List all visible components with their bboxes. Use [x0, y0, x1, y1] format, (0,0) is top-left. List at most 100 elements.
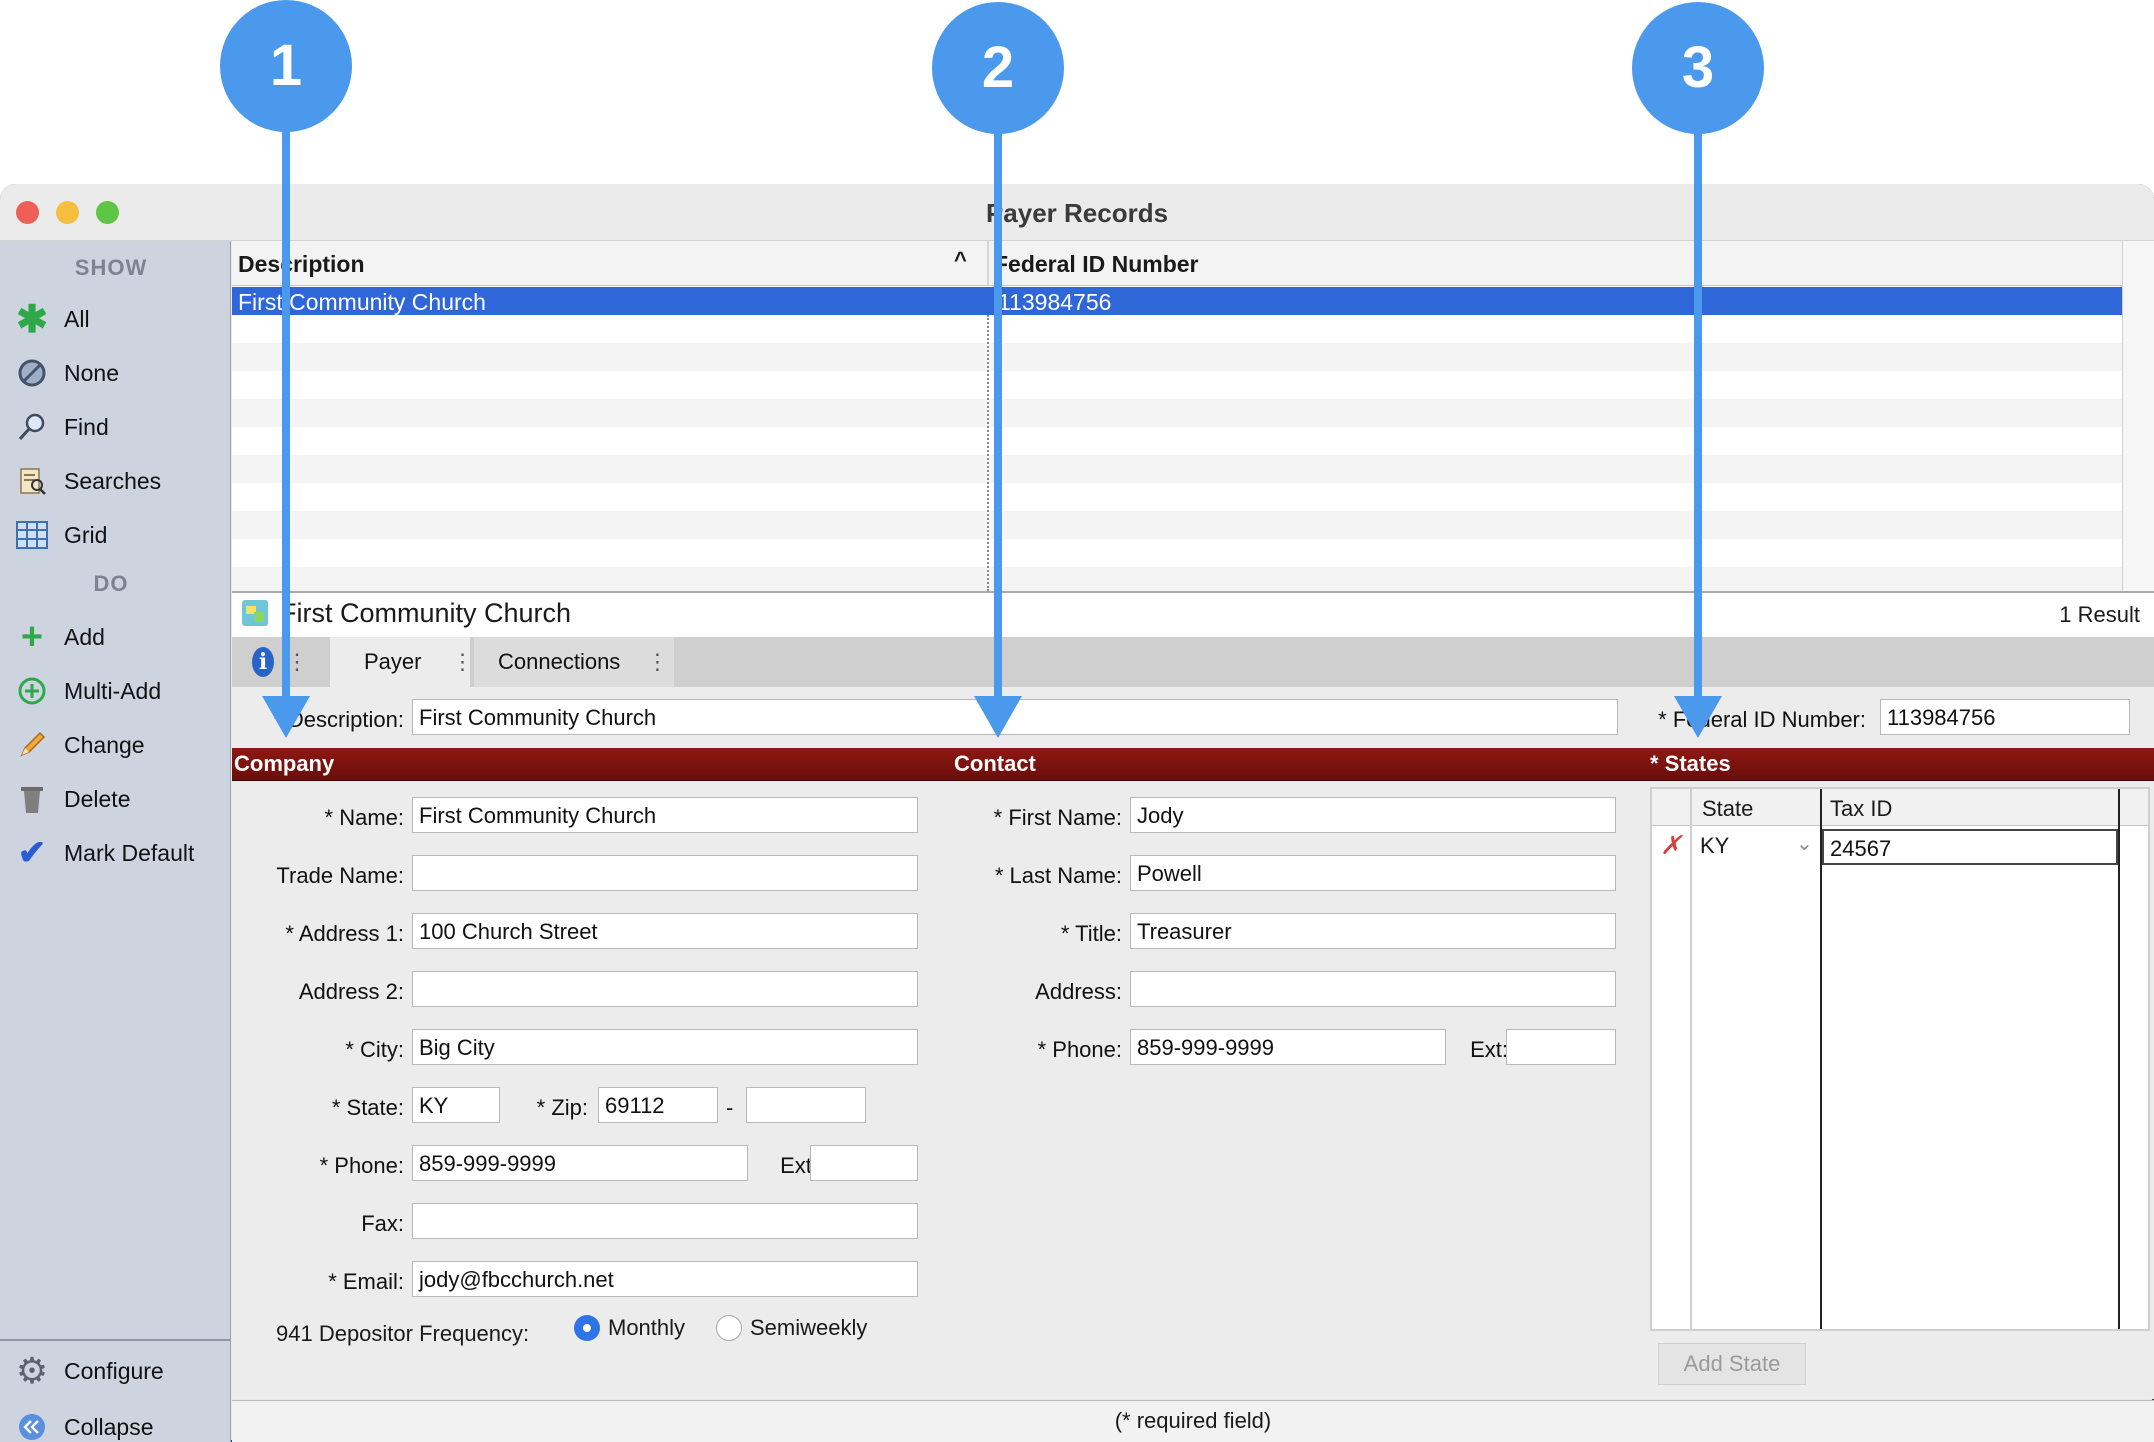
- sidebar-item-label: Grid: [64, 521, 108, 548]
- zip-label: * Zip:: [536, 1095, 588, 1120]
- title-field[interactable]: Treasurer: [1130, 913, 1616, 949]
- tab-payer[interactable]: Payer ⋮: [330, 637, 473, 687]
- federal-id-label: * Federal ID Number:: [1658, 707, 1866, 732]
- sidebar-item-mark-default[interactable]: ✔ Mark Default: [14, 831, 224, 875]
- column-header-federal-id[interactable]: Federal ID Number: [994, 251, 1199, 278]
- zip-extension-field[interactable]: [746, 1087, 866, 1123]
- vertical-scrollbar[interactable]: [2122, 241, 2154, 591]
- company-name-field[interactable]: First Community Church: [412, 797, 918, 833]
- contact-phone-field[interactable]: 859-999-9999: [1130, 1029, 1446, 1065]
- sidebar-item-label: Configure: [64, 1357, 164, 1384]
- zip-field[interactable]: 69112: [598, 1087, 718, 1123]
- city-label: * City:: [345, 1037, 404, 1062]
- email-field[interactable]: jody@fbcchurch.net: [412, 1261, 918, 1297]
- tax-id-field[interactable]: 24567: [1822, 829, 2118, 865]
- sidebar-item-label: None: [64, 359, 119, 386]
- company-ext-field[interactable]: [810, 1145, 918, 1181]
- add-state-button[interactable]: Add State: [1658, 1343, 1806, 1385]
- state-select-value: KY: [1700, 833, 1730, 858]
- tab-menu-icon[interactable]: ⋮: [451, 649, 473, 675]
- tab-connections[interactable]: Connections ⋮: [474, 637, 674, 687]
- cell-federal-id: 113984756: [998, 289, 1112, 315]
- sidebar-item-multi-add[interactable]: Multi-Add: [14, 669, 224, 713]
- trade-name-label: Trade Name:: [276, 863, 404, 888]
- column-divider: [1690, 789, 1692, 1329]
- depositor-frequency-label: 941 Depositor Frequency:: [276, 1321, 530, 1346]
- state-select[interactable]: KY ⌄: [1692, 829, 1820, 863]
- callout-1-arrowhead: [262, 696, 310, 738]
- address1-field[interactable]: 100 Church Street: [412, 913, 918, 949]
- magnifier-icon: [14, 409, 50, 445]
- payer-record-icon: [240, 598, 270, 628]
- callout-1: 1: [220, 0, 352, 132]
- fax-field[interactable]: [412, 1203, 918, 1239]
- callout-3-arrowhead: [1674, 696, 1722, 738]
- sidebar-item-label: Change: [64, 731, 145, 758]
- states-heading: * States: [1650, 751, 1731, 776]
- sidebar-item-grid[interactable]: Grid: [14, 513, 224, 557]
- empty-row: [232, 483, 2122, 511]
- sidebar-item-delete[interactable]: Delete: [14, 777, 224, 821]
- callout-2-arrowhead: [974, 696, 1022, 738]
- column-divider: [987, 315, 989, 591]
- sidebar-item-label: Searches: [64, 467, 162, 494]
- sidebar-item-all[interactable]: ✱ All: [14, 297, 224, 341]
- contact-phone-label: * Phone:: [1037, 1037, 1122, 1062]
- company-phone-field[interactable]: 859-999-9999: [412, 1145, 748, 1181]
- column-divider: [1820, 789, 1822, 1329]
- show-heading: SHOW: [74, 255, 148, 280]
- sidebar-item-change[interactable]: Change: [14, 723, 224, 767]
- description-label: * Description:: [273, 707, 404, 732]
- records-table: Description ^ Federal ID Number First Co…: [232, 241, 2154, 595]
- sidebar-item-none[interactable]: None: [14, 351, 224, 395]
- callout-2-arrow: [994, 130, 1002, 698]
- phone-label: * Phone:: [319, 1153, 404, 1178]
- contact-ext-label: Ext:: [1470, 1037, 1508, 1062]
- tab-label: Connections: [498, 649, 621, 674]
- tab-bar: i ⋮ Payer ⋮ Connections ⋮: [232, 637, 2154, 687]
- address2-field[interactable]: [412, 971, 918, 1007]
- radio-semiweekly[interactable]: Semiweekly: [716, 1315, 867, 1341]
- sidebar-divider: [0, 1339, 230, 1341]
- column-header-description[interactable]: Description: [238, 251, 365, 278]
- tab-info[interactable]: i ⋮: [252, 637, 308, 687]
- city-field[interactable]: Big City: [412, 1029, 918, 1065]
- trade-name-field[interactable]: [412, 855, 918, 891]
- table-header: Description ^ Federal ID Number: [232, 241, 2122, 286]
- tab-menu-icon[interactable]: ⋮: [646, 649, 668, 675]
- grid-icon: [14, 517, 50, 553]
- sidebar-item-label: Collapse: [64, 1413, 154, 1440]
- contact-address-label: Address:: [1035, 979, 1122, 1004]
- record-summary-bar: First Community Church 1 Result: [232, 591, 2154, 639]
- federal-id-field[interactable]: 113984756: [1880, 699, 2130, 735]
- column-divider[interactable]: [987, 241, 989, 285]
- sidebar-item-collapse[interactable]: Collapse: [14, 1405, 224, 1442]
- first-name-field[interactable]: Jody: [1130, 797, 1616, 833]
- state-field[interactable]: KY: [412, 1087, 500, 1123]
- table-row[interactable]: First Community Church 113984756: [232, 287, 2122, 315]
- sidebar-item-add[interactable]: + Add: [14, 615, 224, 659]
- sidebar-item-label: Find: [64, 413, 109, 440]
- delete-row-icon[interactable]: ✗: [1660, 831, 1682, 861]
- contact-address-field[interactable]: [1130, 971, 1616, 1007]
- contact-ext-field[interactable]: [1506, 1029, 1616, 1065]
- column-header-state[interactable]: State: [1702, 796, 1753, 822]
- sidebar-item-configure[interactable]: ⚙ Configure: [14, 1349, 224, 1393]
- empty-row: [232, 399, 2122, 427]
- sidebar-item-searches[interactable]: Searches: [14, 459, 224, 503]
- sort-ascending-icon[interactable]: ^: [954, 247, 967, 273]
- gear-icon: ⚙: [15, 1350, 49, 1391]
- payer-records-window: Payer Records SHOW ✱ All None Find Searc…: [0, 184, 2154, 1442]
- sidebar-item-find[interactable]: Find: [14, 405, 224, 449]
- last-name-field[interactable]: Powell: [1130, 855, 1616, 891]
- column-header-tax-id[interactable]: Tax ID: [1830, 796, 1892, 822]
- empty-row: [232, 371, 2122, 399]
- fax-label: Fax:: [361, 1211, 404, 1236]
- multi-add-icon: [14, 673, 50, 709]
- radio-monthly[interactable]: Monthly: [574, 1315, 685, 1341]
- callout-3: 3: [1632, 2, 1764, 134]
- window-title: Payer Records: [985, 198, 1169, 228]
- company-heading: Company: [234, 751, 335, 776]
- address2-label: Address 2:: [298, 979, 404, 1004]
- name-label: * Name:: [324, 805, 404, 830]
